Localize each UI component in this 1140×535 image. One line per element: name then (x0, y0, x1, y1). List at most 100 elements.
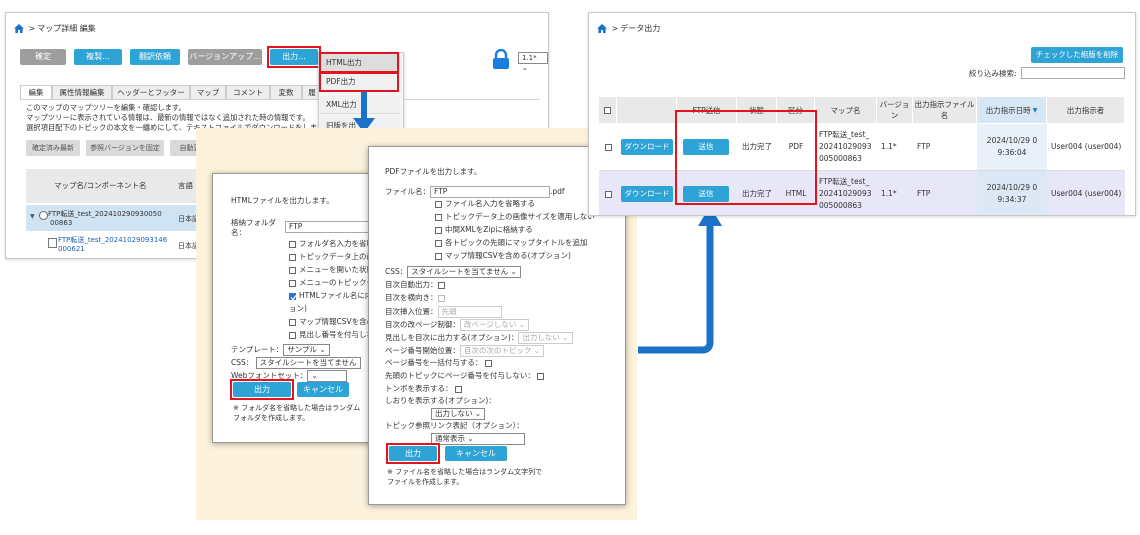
tombo-row: トンボを表示する： (385, 384, 465, 394)
option-map-csv[interactable]: マップ情報CSVを含め (289, 317, 374, 327)
option-menu-topic[interactable]: メニューのトピックタ (289, 278, 374, 288)
tab-comment[interactable]: コメント (226, 85, 270, 100)
download-button[interactable]: ダウンロード (621, 139, 673, 155)
breadcrumb-separator: > (611, 24, 619, 33)
pdf-output-highlight (319, 72, 399, 92)
latest-confirmed-button[interactable]: 確定済み最新 (26, 140, 80, 156)
checkbox[interactable] (435, 200, 442, 208)
home-icon[interactable] (597, 24, 607, 33)
row-name-line-1: FTP転送_test_202410290930050 (48, 210, 162, 218)
column-header-download (617, 97, 677, 123)
copy-button[interactable]: 複製... (74, 49, 122, 65)
data-output-window: > データ出力 チェックした組版を削除 絞り込み検索: FTP送信 状態 区分 マ… (588, 12, 1136, 216)
version-select[interactable]: 1.1* ⌄ (518, 52, 548, 72)
breadcrumb: > データ出力 (597, 23, 660, 34)
toc-insert-row: 目次挿入位置： 先頭 (385, 306, 502, 318)
tab-attributes[interactable]: 属性情報編集 (52, 85, 112, 100)
version-up-button[interactable]: バージョンアップ... (188, 49, 262, 65)
checkbox[interactable] (604, 190, 612, 198)
option-html-filename[interactable]: HTMLファイル名に内 (289, 291, 372, 301)
lock-icon (492, 48, 510, 71)
home-icon[interactable] (14, 24, 24, 33)
option-omit-folder[interactable]: フォルダ名入力を省略 (289, 239, 374, 249)
option-xml-zip[interactable]: 中間XMLをZipに格納する (435, 225, 533, 235)
bookmark-select[interactable]: 出力しない ⌄ (431, 408, 486, 420)
checkbox[interactable] (289, 253, 296, 261)
toc-auto-row: 目次自動出力： (385, 280, 448, 290)
output-button-highlight (267, 46, 321, 68)
tab-divider (20, 99, 540, 100)
breadcrumb-current: データ出力 (620, 24, 661, 33)
confirm-button[interactable]: 確定 (20, 49, 66, 65)
toc-horizontal-row: 目次を横向き： (385, 293, 448, 303)
filename-row: ファイル名： FTP .pdf (385, 186, 565, 198)
checkbox[interactable] (435, 239, 442, 247)
checkbox-checked[interactable] (289, 292, 297, 300)
translate-request-button[interactable]: 翻訳依頼 (130, 49, 180, 65)
pdf-cancel-button[interactable]: キャンセル (445, 446, 507, 461)
breadcrumb-current: マップ詳細 編集 (37, 24, 96, 33)
checkbox[interactable] (537, 372, 545, 380)
row-name-line-1[interactable]: FTP転送_test_20241029093146 (58, 235, 167, 245)
checkbox[interactable] (435, 213, 442, 221)
page-start-select: 目次の次のトピック ⌄ (459, 345, 545, 357)
option-image-size[interactable]: トピックデータ上の画 (289, 252, 374, 262)
row-select[interactable] (599, 124, 617, 170)
option-omit-filename[interactable]: ファイル名入力を省略する (435, 199, 535, 209)
arrow-right-up-icon (630, 200, 730, 360)
css-select[interactable]: スタイルシートを当てません (255, 357, 361, 369)
tab-header-footer[interactable]: ヘッダーとフッター (112, 85, 190, 100)
row-map-name: FTP転送_test_ 20241029093 005000863 (819, 130, 872, 163)
checkbox[interactable] (289, 279, 296, 287)
checkbox[interactable] (454, 385, 462, 393)
option-menu-open[interactable]: メニューを開いた状態 (289, 265, 374, 275)
tab-map[interactable]: マップ (190, 85, 226, 100)
row-name-line-2[interactable]: 000621 (58, 245, 85, 253)
checkbox[interactable] (289, 240, 296, 248)
option-map-csv[interactable]: マップ情報CSVを含める(オプション) (435, 251, 571, 261)
option-no-heading-number[interactable]: 見出し番号を付与しな (289, 330, 374, 340)
column-header-map-name: マップ名 (815, 97, 877, 123)
checkbox[interactable] (437, 281, 445, 289)
folder-label-cont: 名： (231, 228, 246, 237)
download-button[interactable]: ダウンロード (621, 186, 673, 202)
tab-variables[interactable]: 変数 (270, 85, 302, 100)
checkbox[interactable] (435, 252, 442, 260)
bookmark-row: しおりを表示する(オプション)： (385, 396, 496, 405)
tab-edit[interactable]: 編集 (20, 85, 52, 100)
description-line-1: このマップのマップツリーを編集・確認します。 (26, 103, 186, 112)
row-select[interactable] (599, 171, 617, 215)
option-no-image-size[interactable]: トピックデータ上の画像サイズを適用しない (435, 212, 595, 222)
checkbox[interactable] (604, 106, 611, 114)
checkbox[interactable] (289, 266, 296, 274)
fix-reference-version-button[interactable]: 参照バージョンを固定 (86, 140, 164, 156)
checkbox[interactable] (484, 359, 492, 367)
filename-input[interactable]: FTP (430, 186, 550, 198)
row-datetime: 2024/10/29 0 9:34:37 (977, 171, 1047, 215)
breadcrumb: > マップ詳細 編集 (14, 23, 96, 34)
template-select[interactable]: サンプル ⌄ (283, 344, 330, 356)
column-header-user: 出力指示者 (1047, 97, 1125, 123)
link-select[interactable]: 通常表示 ⌄ (431, 433, 525, 445)
css-select[interactable]: スタイルシートを当てません ⌄ (407, 266, 521, 278)
checkbox[interactable] (289, 318, 296, 326)
filter-input[interactable] (1021, 67, 1125, 79)
page-all-row: ページ番号を一括付与する： (385, 358, 495, 368)
row-file-name: FTP (917, 142, 931, 151)
note-line-2: ファイルを作成します。 (387, 478, 464, 486)
column-header-datetime[interactable]: 出力指示日時 ▼ (977, 97, 1047, 123)
checkbox[interactable] (604, 143, 612, 151)
map-icon (39, 211, 48, 220)
option-map-title[interactable]: 各トピックの先頭にマップタイトルを追加 (435, 238, 588, 248)
dialog-heading: HTMLファイルを出力します。 (231, 196, 334, 205)
checkbox[interactable] (289, 331, 296, 339)
webfont-select[interactable]: ⌄ (307, 370, 348, 382)
page-start-row: ページ番号開始位置： 目次の次のトピック ⌄ (385, 345, 545, 357)
toc-page-row: 目次の改ページ制御： 改ページしない ⌄ (385, 319, 529, 331)
expand-toggle-icon[interactable]: ▼ (30, 213, 35, 220)
heading-output-select: 出力しない ⌄ (518, 332, 573, 344)
checkbox[interactable] (435, 226, 442, 234)
column-header-file-name: 出力指示ファイル名 (913, 97, 977, 123)
delete-checked-button[interactable]: チェックした組版を削除 (1031, 47, 1123, 63)
html-cancel-button[interactable]: キャンセル (297, 382, 349, 397)
